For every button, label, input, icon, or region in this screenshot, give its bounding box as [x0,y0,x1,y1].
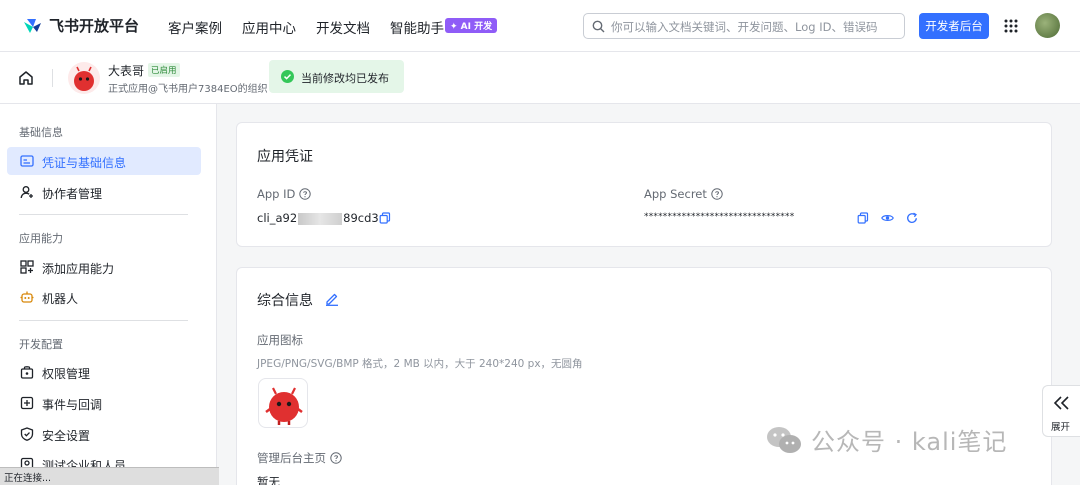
developer-console-button[interactable]: 开发者后台 [919,13,989,39]
sidebar-item-label: 协作者管理 [42,187,103,201]
add-user-icon [20,186,33,199]
search-placeholder: 你可以输入文档关键词、开发问题、Log ID、错误码 [611,20,878,34]
app-id-prefix: cli_a92 [257,211,298,225]
admin-homepage-value: 暂无 [257,475,280,485]
watermark: 公众号 · kali笔记 [765,422,1007,457]
help-icon[interactable] [299,188,312,200]
copy-icon[interactable] [379,212,391,224]
brand-logo[interactable]: 飞书开放平台 [22,15,139,36]
search-input[interactable]: 你可以输入文档关键词、开发问题、Log ID、错误码 [583,13,905,39]
ai-dev-badge[interactable]: ✦ AI 开发 [445,18,498,33]
user-avatar[interactable] [1035,13,1060,38]
divider [19,214,188,215]
event-callback-icon [20,396,34,410]
sidebar-item-credentials[interactable]: 凭证与基础信息 [7,147,201,175]
app-secret-label-row: App Secret [644,187,723,201]
sidebar-item-label: 凭证与基础信息 [42,156,127,170]
nav-link-assistant[interactable]: 智能助手 [390,17,444,37]
publish-status-text: 当前修改均已发布 [301,72,389,85]
sidebar-item-label: 权限管理 [42,367,91,381]
admin-homepage-label: 管理后台主页 [257,451,326,465]
copy-icon[interactable] [857,212,869,224]
shield-icon [20,427,34,441]
credential-card-icon [20,155,34,167]
app-organization: 正式应用@飞书用户7384EO的组织 [108,84,268,95]
divider [52,69,53,87]
browser-status-bar: 正在连接... [0,467,219,485]
sidebar-item-label: 机器人 [42,292,79,306]
general-info-title: 综合信息 [257,293,313,309]
app-id-value: cli_a92 89cd3 [257,211,379,225]
nav-link-app-center[interactable]: 应用中心 [242,17,296,37]
search-icon [592,20,605,33]
publish-status-banner: 当前修改均已发布 [269,60,404,93]
sidebar: 基础信息 凭证与基础信息 协作者管理 应用能力 添加应用能力 机器人 开发配置 … [0,104,217,485]
sidebar-item-label: 安全设置 [42,429,91,443]
red-monster-icon [74,66,94,91]
app-header: 大表哥 已启用 正式应用@飞书用户7384EO的组织 当前修改均已发布 [0,52,1080,104]
sidebar-item-events[interactable]: 事件与回调 [7,389,201,417]
watermark-text: 公众号 · kali笔记 [811,428,1008,456]
robot-icon [20,291,34,303]
sidebar-section-basic: 基础信息 [19,126,63,139]
app-icon-hint: JPEG/PNG/SVG/BMP 格式，2 MB 以内，大于 240*240 p… [257,358,583,370]
divider [19,320,188,321]
sidebar-item-label: 添加应用能力 [42,262,115,276]
sidebar-item-add-capability[interactable]: 添加应用能力 [7,253,201,281]
permission-icon [20,366,34,379]
feishu-logo-icon [24,18,41,33]
redacted-mask [298,212,343,225]
sidebar-item-label: 事件与回调 [42,398,103,412]
sidebar-item-security[interactable]: 安全设置 [7,420,201,448]
expand-label: 展开 [1051,422,1071,433]
home-icon[interactable] [17,69,35,87]
help-icon[interactable] [711,188,723,200]
expand-panel-button[interactable]: 展开 [1042,385,1080,437]
app-id-suffix: 89cd3 [343,211,379,225]
eye-icon[interactable] [881,212,894,224]
sidebar-item-permissions[interactable]: 权限管理 [7,358,201,386]
sidebar-item-bot[interactable]: 机器人 [7,283,201,311]
credentials-title: 应用凭证 [257,149,313,165]
app-secret-value: ******************************** [644,212,795,222]
app-name: 大表哥 [108,64,145,78]
sidebar-section-dev-config: 开发配置 [19,338,63,351]
app-icon-preview[interactable] [258,378,308,428]
refresh-icon[interactable] [906,212,918,224]
edit-icon[interactable] [325,292,339,306]
app-id-label-row: App ID [257,187,312,201]
sidebar-item-collaborators[interactable]: 协作者管理 [7,178,201,206]
check-circle-icon [281,70,294,83]
double-chevron-left-icon [1053,396,1069,410]
app-icon-label: 应用图标 [257,333,303,347]
credentials-card: 应用凭证 App ID cli_a92 89cd3 App Secret ****… [236,122,1052,247]
brand-name: 飞书开放平台 [49,17,140,35]
app-secret-label: App Secret [644,187,707,201]
nav-link-docs[interactable]: 开发文档 [316,17,370,37]
sidebar-section-capabilities: 应用能力 [19,232,63,245]
top-navigation: 飞书开放平台 客户案例 应用中心 开发文档 智能助手 ✦ AI 开发 你可以输入… [0,0,1080,52]
app-avatar [68,62,100,94]
add-capability-icon [20,260,34,274]
status-badge: 已启用 [148,63,180,77]
help-icon[interactable] [330,452,342,464]
admin-homepage-label-row: 管理后台主页 [257,450,342,466]
nav-link-cases[interactable]: 客户案例 [168,17,222,37]
app-id-label: App ID [257,187,296,201]
red-monster-icon [265,387,303,425]
wechat-icon [767,426,801,453]
apps-grid-icon[interactable] [1003,18,1019,34]
